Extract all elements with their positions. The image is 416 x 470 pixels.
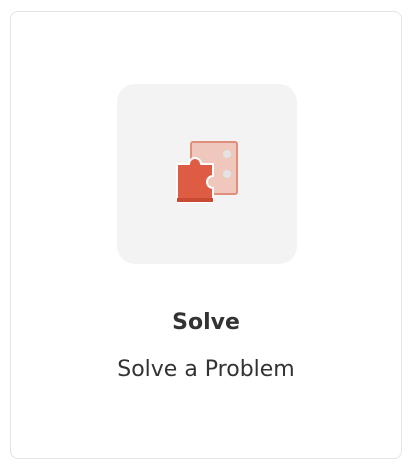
- card-subtitle: Solve a Problem: [117, 357, 295, 382]
- puzzle-piece-icon: [176, 141, 238, 203]
- icon-tile: [117, 84, 297, 264]
- card-title: Solve: [172, 310, 240, 335]
- solve-card[interactable]: Solve Solve a Problem: [10, 11, 402, 459]
